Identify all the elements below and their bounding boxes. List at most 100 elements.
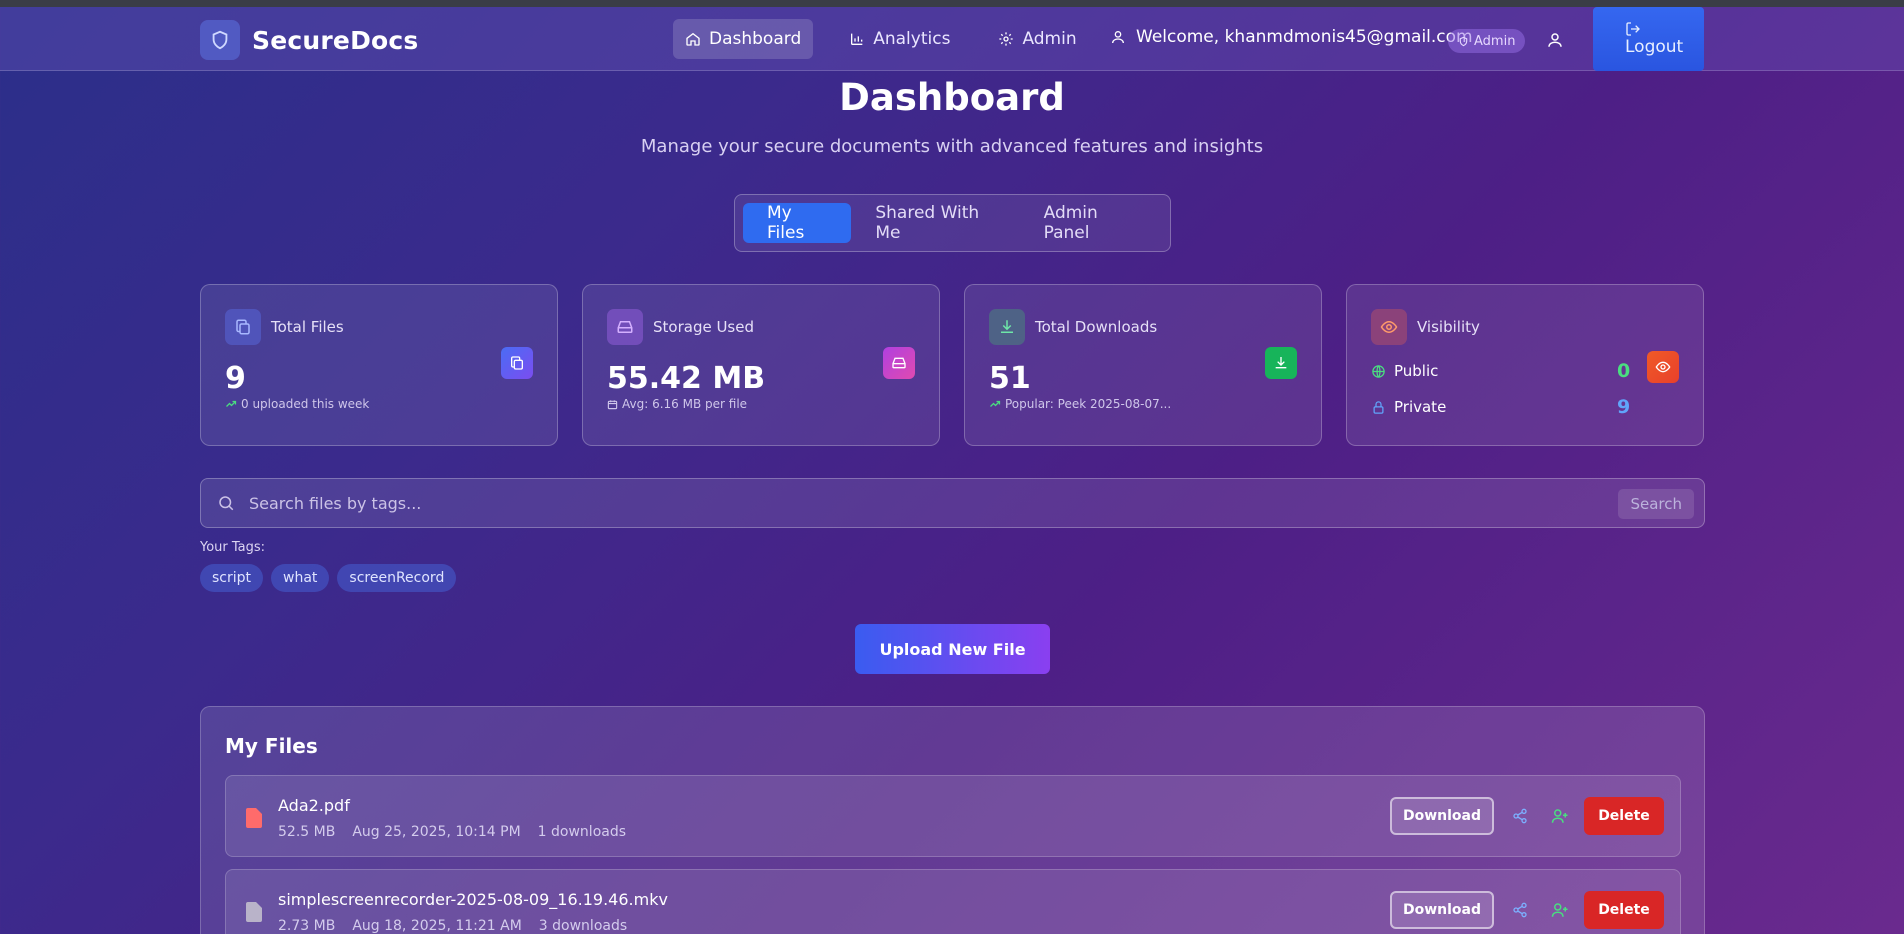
tab-bar: My Files Shared With Me Admin Panel <box>734 194 1171 252</box>
download-button[interactable]: Download <box>1390 891 1494 929</box>
file-icon <box>246 902 262 922</box>
trend-up-icon <box>990 400 1001 407</box>
nav-analytics[interactable]: Analytics <box>837 19 962 59</box>
stat-value: 51 <box>989 361 1031 396</box>
role-badge-label: Admin <box>1474 33 1516 49</box>
files-badge-icon <box>501 347 533 379</box>
nav-admin[interactable]: Admin <box>986 19 1088 59</box>
download-button[interactable]: Download <box>1390 797 1494 835</box>
stat-value: 55.42 MB <box>607 361 766 396</box>
user-icon <box>1112 31 1124 44</box>
lock-icon <box>1373 400 1384 414</box>
public-count: 0 <box>1617 360 1631 382</box>
storage-icon <box>607 309 643 345</box>
welcome-text: Welcome, khanmdmonis45@gmail.com <box>1110 27 1473 47</box>
role-badge: Admin <box>1448 29 1526 53</box>
delete-button[interactable]: Delete <box>1584 797 1664 835</box>
stat-note-text: Avg: 6.16 MB per file <box>622 397 748 411</box>
file-downloads: 3 downloads <box>538 918 628 934</box>
stat-note: Popular: Peek 2025-08-07... <box>989 397 1171 411</box>
stat-card-total-files: Total Files 9 0 uploaded this week <box>200 284 558 446</box>
file-row: simplescreenrecorder-2025-08-09_16.19.46… <box>225 869 1681 934</box>
tag-search-bar: Search <box>200 478 1705 528</box>
shield-icon <box>200 20 240 60</box>
file-name: Ada2.pdf <box>278 796 350 815</box>
file-date: Aug 25, 2025, 10:14 PM <box>352 824 521 840</box>
tab-my-files[interactable]: My Files <box>743 203 852 243</box>
private-label: Private <box>1394 398 1447 416</box>
visibility-private-row: Private 9 <box>1371 396 1631 418</box>
search-button[interactable]: Search <box>1618 489 1694 519</box>
stat-note: 0 uploaded this week <box>225 397 369 411</box>
stat-label: Storage Used <box>653 318 755 336</box>
calendar-icon <box>607 399 618 409</box>
share-icon[interactable] <box>1512 902 1528 918</box>
add-user-icon[interactable] <box>1551 807 1569 825</box>
my-files-panel: My Files Ada2.pdf 52.5 MB Aug 25, 2025, … <box>200 706 1705 934</box>
files-icon <box>225 309 261 345</box>
download-badge-icon <box>1265 347 1297 379</box>
tags-label: Your Tags: <box>200 540 266 555</box>
visibility-public-row: Public 0 <box>1371 360 1631 382</box>
storage-badge-icon <box>883 347 915 379</box>
download-icon <box>989 309 1025 345</box>
nav-links: Dashboard Analytics Admin <box>673 19 1113 59</box>
nav-analytics-label: Analytics <box>873 29 951 49</box>
globe-icon <box>1372 364 1385 378</box>
stat-label: Visibility <box>1417 318 1480 336</box>
nav-dashboard[interactable]: Dashboard <box>673 19 814 59</box>
nav-dashboard-label: Dashboard <box>709 29 802 49</box>
stat-label: Total Downloads <box>1035 318 1158 336</box>
tab-admin-panel[interactable]: Admin Panel <box>1020 203 1162 243</box>
page-title: Dashboard <box>839 76 1065 119</box>
file-size: 52.5 MB <box>278 824 336 840</box>
private-count: 9 <box>1617 396 1631 418</box>
search-input[interactable] <box>249 487 1349 519</box>
brand-name: SecureDocs <box>252 25 419 55</box>
file-date: Aug 18, 2025, 11:21 AM <box>352 918 522 934</box>
welcome-label: Welcome, khanmdmonis45@gmail.com <box>1136 27 1473 47</box>
stat-card-storage: Storage Used 55.42 MB Avg: 6.16 MB per f… <box>582 284 940 446</box>
eye-icon <box>1371 309 1407 345</box>
add-user-icon[interactable] <box>1551 901 1569 919</box>
tag-chip[interactable]: screenRecord <box>337 564 457 592</box>
tag-chip[interactable]: what <box>271 564 330 592</box>
stat-card-visibility: Visibility Public 0 Private 9 <box>1346 284 1704 446</box>
tab-shared-with-me[interactable]: Shared With Me <box>851 203 1019 243</box>
gear-icon <box>999 32 1014 46</box>
stat-note-text: Popular: Peek 2025-08-07... <box>1005 397 1172 411</box>
file-name: simplescreenrecorder-2025-08-09_16.19.46… <box>278 890 668 909</box>
file-meta: 52.5 MB Aug 25, 2025, 10:14 PM 1 downloa… <box>278 824 626 840</box>
upload-new-file-button[interactable]: Upload New File <box>855 624 1050 674</box>
eye-badge-icon <box>1647 351 1679 383</box>
user-icon <box>1548 33 1562 47</box>
public-label: Public <box>1394 362 1439 380</box>
file-downloads: 1 downloads <box>537 824 627 840</box>
file-row: Ada2.pdf 52.5 MB Aug 25, 2025, 10:14 PM … <box>225 775 1681 857</box>
logout-button[interactable]: Logout <box>1593 7 1704 71</box>
browser-top-strip <box>0 0 1904 7</box>
shield-icon <box>1459 36 1468 46</box>
search-icon <box>219 496 234 511</box>
profile-button[interactable] <box>1546 31 1564 53</box>
stat-label: Total Files <box>271 318 344 336</box>
file-icon <box>246 808 262 828</box>
nav-admin-label: Admin <box>1022 29 1077 49</box>
stat-note-text: 0 uploaded this week <box>241 397 370 411</box>
stat-value: 9 <box>225 361 246 396</box>
stat-note: Avg: 6.16 MB per file <box>607 397 747 411</box>
tag-chip[interactable]: script <box>200 564 264 592</box>
brand[interactable]: SecureDocs <box>200 20 419 60</box>
bar-chart-icon <box>851 33 863 45</box>
logout-icon <box>1626 22 1640 36</box>
trend-up-icon <box>226 400 237 407</box>
file-meta: 2.73 MB Aug 18, 2025, 11:21 AM 3 downloa… <box>278 918 627 934</box>
tag-list: script what screenRecord <box>200 564 457 592</box>
logout-label: Logout <box>1625 37 1684 57</box>
share-icon[interactable] <box>1512 808 1528 824</box>
file-size: 2.73 MB <box>278 918 336 934</box>
stat-card-downloads: Total Downloads 51 Popular: Peek 2025-08… <box>964 284 1322 446</box>
home-icon <box>686 32 700 46</box>
top-navbar: SecureDocs Dashboard Analytics Admin Wel… <box>0 7 1904 71</box>
delete-button[interactable]: Delete <box>1584 891 1664 929</box>
